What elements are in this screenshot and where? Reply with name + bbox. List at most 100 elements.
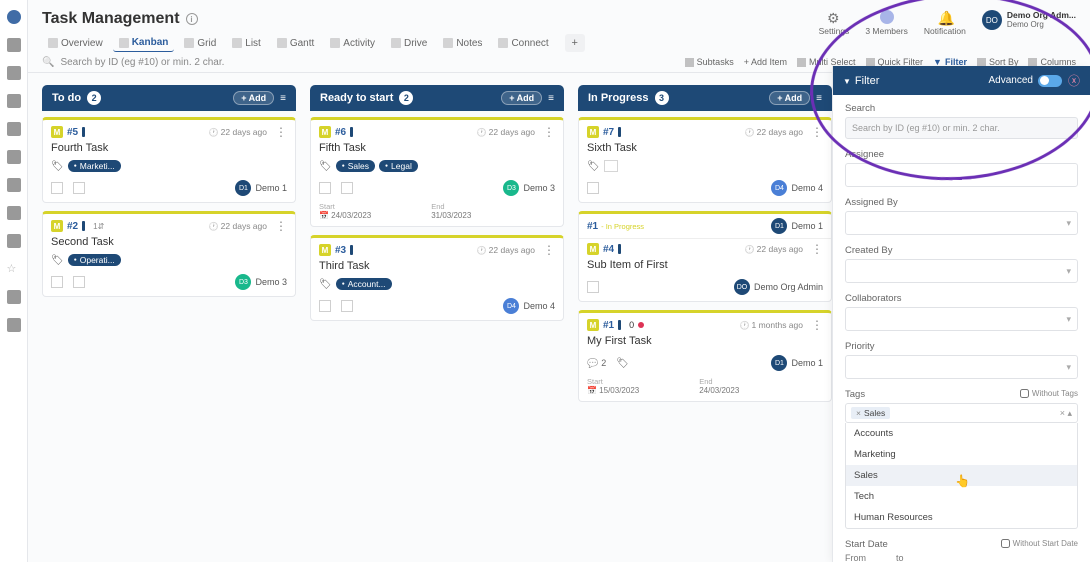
assignee[interactable]: D4Demo 4 <box>771 180 823 196</box>
add-card-button[interactable]: + Add <box>501 91 542 105</box>
filter-search-input[interactable] <box>845 117 1078 139</box>
without-tags-check[interactable]: Without Tags <box>1020 389 1078 398</box>
tag-pill[interactable]: Operati... <box>68 254 121 266</box>
tag-pill[interactable]: Legal <box>379 160 418 172</box>
note-icon[interactable] <box>587 281 599 293</box>
tag-option-accounts[interactable]: Accounts <box>846 423 1077 444</box>
image-icon[interactable] <box>341 300 353 312</box>
home-icon[interactable] <box>7 38 21 52</box>
reports-icon[interactable] <box>7 178 21 192</box>
subtasks-toggle[interactable]: Subtasks <box>685 57 734 67</box>
to-label: to <box>896 553 904 562</box>
tags-input[interactable]: ×Sales × ▴ <box>845 403 1078 423</box>
card-menu-icon[interactable]: ⋮ <box>811 126 823 138</box>
assignee[interactable]: D1Demo 1 <box>771 355 823 371</box>
note-icon[interactable] <box>319 300 331 312</box>
add-card-button[interactable]: + Add <box>233 91 274 105</box>
note-icon[interactable] <box>51 182 63 194</box>
image-icon[interactable] <box>73 276 85 288</box>
tag-option-human-resources[interactable]: Human Resources <box>846 507 1077 528</box>
tab-grid[interactable]: Grid <box>178 35 222 52</box>
column-menu-icon[interactable]: ≡ <box>280 93 286 104</box>
tab-drive[interactable]: Drive <box>385 35 433 52</box>
tag-option-tech[interactable]: Tech <box>846 486 1077 507</box>
tab-notes[interactable]: Notes <box>437 35 488 52</box>
card-menu-icon[interactable]: ⋮ <box>811 319 823 331</box>
user-menu[interactable]: DO Demo Org Adm...Demo Org <box>982 10 1076 30</box>
assignee[interactable]: D1Demo 1 <box>235 180 287 196</box>
card-menu-icon[interactable]: ⋮ <box>275 126 287 138</box>
task-card[interactable]: M#522 days ago⋮Fourth Task🏷Marketi...D1D… <box>42 117 296 203</box>
priority-icon: M <box>51 220 63 232</box>
tab-list[interactable]: List <box>226 35 267 52</box>
card-id: #3 <box>335 245 346 256</box>
priority-select[interactable]: ▾ <box>845 355 1078 379</box>
priority-icon: M <box>587 243 599 255</box>
members-link[interactable]: 3 Members <box>865 10 908 36</box>
image-icon[interactable] <box>341 182 353 194</box>
tab-activity[interactable]: Activity <box>324 35 381 52</box>
avatar: D1 <box>771 355 787 371</box>
settings-link[interactable]: Settings <box>819 10 850 36</box>
tag-pill[interactable]: Marketi... <box>68 160 121 172</box>
task-card[interactable]: #1 - In ProgressD1Demo 1M#422 days ago⋮S… <box>578 211 832 302</box>
search-input[interactable] <box>60 57 360 68</box>
assignee[interactable]: D3Demo 3 <box>503 180 555 196</box>
tag-chip-sales[interactable]: ×Sales <box>851 407 890 419</box>
add-item-button[interactable]: + Add Item <box>744 57 787 67</box>
tag-pill[interactable]: Sales <box>336 160 375 172</box>
without-start-check[interactable]: Without Start Date <box>1001 539 1078 548</box>
tag-pill[interactable]: Account... <box>336 278 392 290</box>
column-menu-icon[interactable]: ≡ <box>548 93 554 104</box>
avatar: D4 <box>771 180 787 196</box>
task-card[interactable]: M#21⇵22 days ago⋮Second Task🏷Operati...D… <box>42 211 296 297</box>
task-card[interactable]: M#722 days ago⋮Sixth Task🏷D4Demo 4 <box>578 117 832 203</box>
close-icon[interactable]: ⓧ <box>1068 72 1080 89</box>
calendar-icon[interactable] <box>7 122 21 136</box>
team-icon[interactable] <box>7 234 21 248</box>
assignee[interactable]: DODemo Org Admin <box>734 279 823 295</box>
app-logo-icon[interactable] <box>7 10 21 24</box>
assigned-by-select[interactable]: ▾ <box>845 211 1078 235</box>
people-icon[interactable] <box>7 206 21 220</box>
tab-gantt[interactable]: Gantt <box>271 35 320 52</box>
add-card-button[interactable]: + Add <box>769 91 810 105</box>
column-menu-icon[interactable]: ≡ <box>816 93 822 104</box>
card-menu-icon[interactable]: ⋮ <box>275 220 287 232</box>
note-icon[interactable] <box>587 182 599 194</box>
image-icon[interactable] <box>73 182 85 194</box>
drive-icon[interactable] <box>7 150 21 164</box>
bar-icon <box>350 245 353 255</box>
card-menu-icon[interactable]: ⋮ <box>811 243 823 255</box>
projects-icon[interactable] <box>7 94 21 108</box>
notification-link[interactable]: 🔔Notification <box>924 10 966 36</box>
advanced-toggle[interactable] <box>1038 75 1062 87</box>
add-tab-button[interactable]: + <box>565 34 585 52</box>
task-card[interactable]: M#622 days ago⋮Fifth Task🏷SalesLegalD3De… <box>310 117 564 227</box>
favorites-icon[interactable]: ☆ <box>7 262 21 276</box>
created-by-select[interactable]: ▾ <box>845 259 1078 283</box>
comments-count[interactable]: 2 <box>587 358 606 369</box>
export-icon[interactable] <box>7 318 21 332</box>
tag-option-sales[interactable]: Sales <box>846 465 1077 486</box>
tab-kanban[interactable]: Kanban <box>113 34 175 52</box>
note-icon[interactable] <box>51 276 63 288</box>
assignee[interactable]: D4Demo 4 <box>503 298 555 314</box>
note-icon[interactable] <box>319 182 331 194</box>
info-icon[interactable]: i <box>186 13 198 25</box>
collaborators-select[interactable]: ▾ <box>845 307 1078 331</box>
archive-icon[interactable] <box>7 290 21 304</box>
assignee-select[interactable] <box>845 163 1078 187</box>
card-id: #6 <box>335 127 346 138</box>
task-card[interactable]: M#322 days ago⋮Third Task🏷Account...D4De… <box>310 235 564 321</box>
tag-option-marketing[interactable]: Marketing <box>846 444 1077 465</box>
task-card[interactable]: M#101 months ago⋮My First Task2🏷D1Demo 1… <box>578 310 832 402</box>
card-menu-icon[interactable]: ⋮ <box>543 244 555 256</box>
time-ago: 22 days ago <box>209 127 267 137</box>
tab-overview[interactable]: Overview <box>42 35 109 52</box>
card-menu-icon[interactable]: ⋮ <box>543 126 555 138</box>
dashboard-icon[interactable] <box>7 66 21 80</box>
assignee[interactable]: D3Demo 3 <box>235 274 287 290</box>
tab-connect[interactable]: Connect <box>492 35 554 52</box>
time-ago: 22 days ago <box>745 127 803 137</box>
